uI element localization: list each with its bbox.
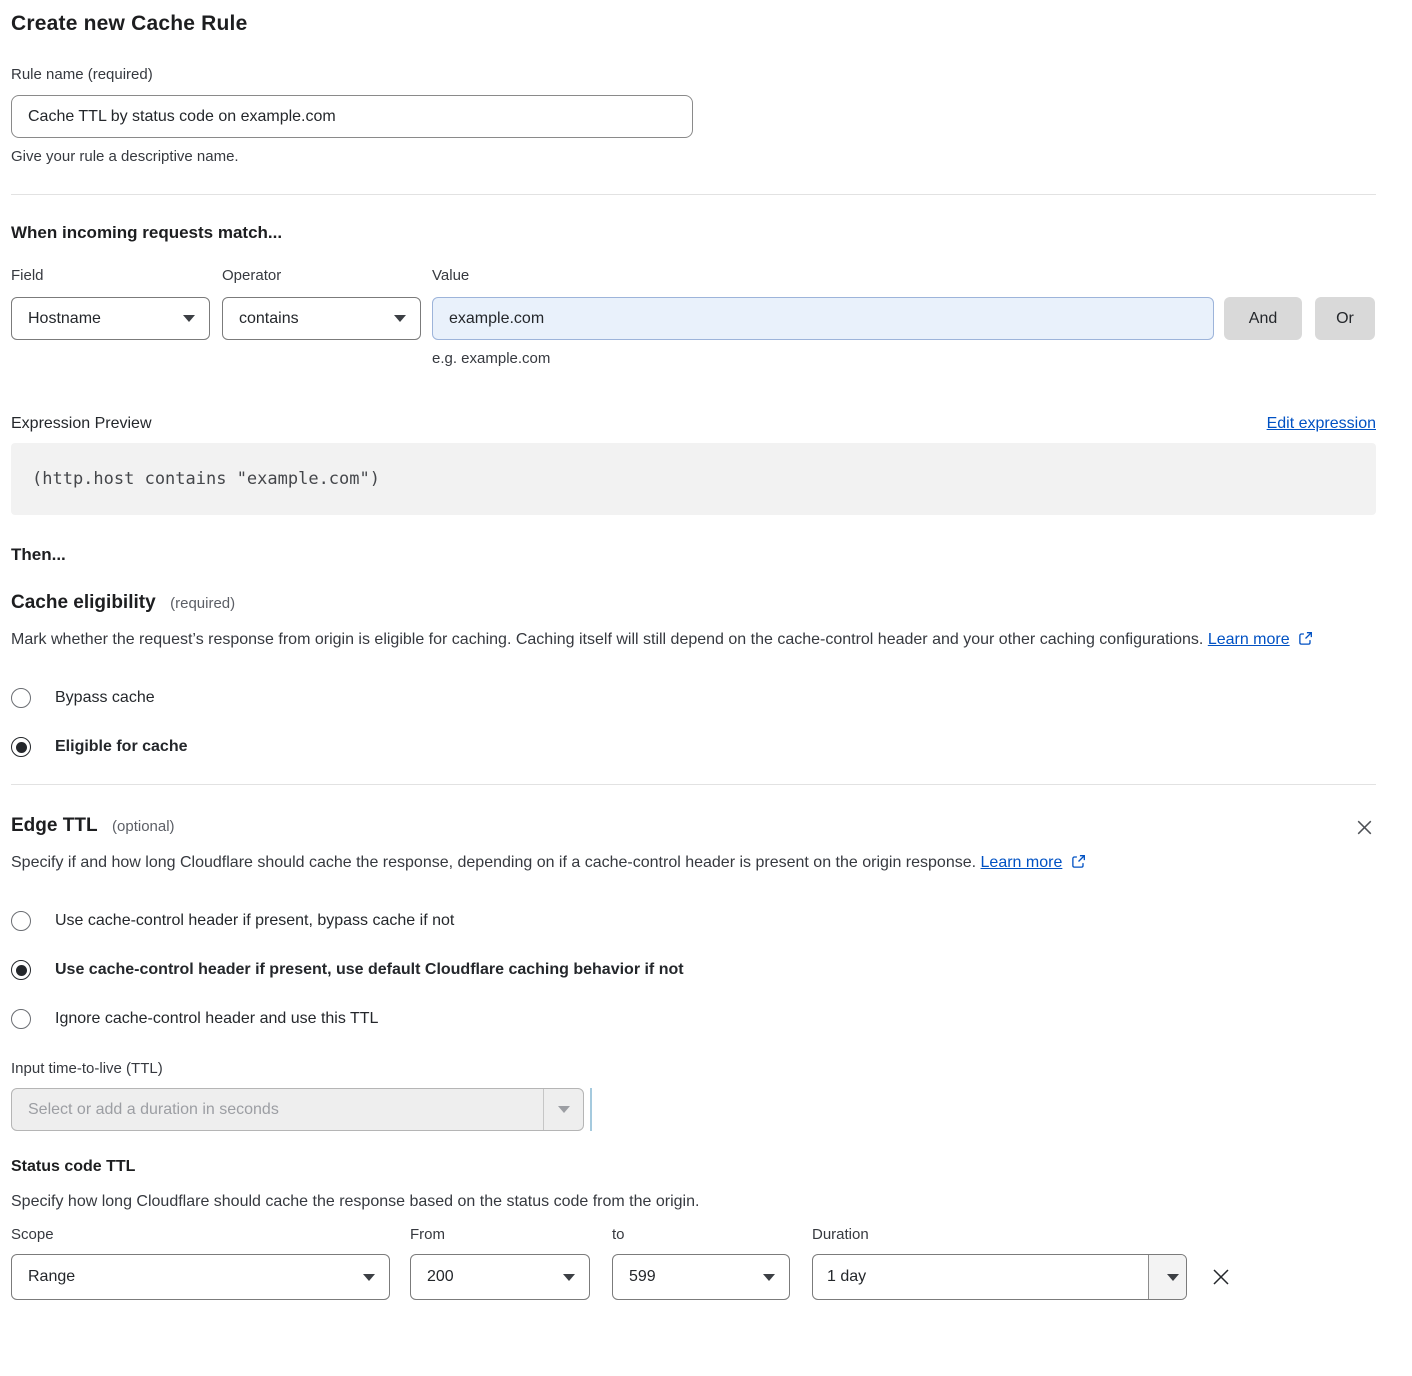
expression-preview-box: (http.host contains "example.com") [11, 443, 1376, 515]
rule-name-input[interactable] [11, 95, 693, 138]
radio-circle-icon [11, 737, 31, 757]
radio-eligible-for-cache-label: Eligible for cache [55, 738, 187, 756]
operator-label: Operator [222, 265, 432, 287]
edge-ttl-close-button[interactable] [1354, 817, 1375, 841]
to-select[interactable]: 599 [612, 1254, 790, 1300]
status-code-ttl-row: Range 200 599 1 day [11, 1254, 1376, 1300]
chevron-down-icon [183, 315, 195, 322]
radio-bypass-cache[interactable]: Bypass cache [11, 688, 1376, 708]
match-heading: When incoming requests match... [11, 223, 1376, 243]
cache-eligibility-description: Mark whether the request’s response from… [11, 626, 1361, 656]
radio-use-header-bypass-label: Use cache-control header if present, byp… [55, 912, 454, 930]
from-label: From [410, 1224, 612, 1246]
match-value-input[interactable] [432, 297, 1214, 340]
from-select[interactable]: 200 [410, 1254, 590, 1300]
focus-caret [590, 1088, 592, 1131]
chevron-down-icon [394, 315, 406, 322]
radio-circle-icon [11, 688, 31, 708]
chevron-down-icon [1167, 1274, 1179, 1281]
duration-dropdown-button[interactable] [1148, 1255, 1186, 1299]
expression-code: (http.host contains "example.com") [32, 469, 380, 489]
edge-ttl-qualifier: (optional) [112, 818, 175, 835]
edge-ttl-description: Specify if and how long Cloudflare shoul… [11, 849, 1361, 879]
rule-name-label: Rule name (required) [11, 64, 1376, 86]
field-select-value: Hostname [28, 310, 173, 328]
chevron-down-icon [558, 1106, 570, 1113]
radio-ignore-header[interactable]: Ignore cache-control header and use this… [11, 1009, 1376, 1029]
radio-circle-icon [11, 960, 31, 980]
status-code-ttl-title: Status code TTL [11, 1158, 1376, 1176]
section-divider [11, 194, 1376, 195]
ttl-duration-select[interactable]: Select or add a duration in seconds [11, 1088, 584, 1131]
operator-select[interactable]: contains [222, 297, 421, 340]
or-button[interactable]: Or [1315, 297, 1375, 340]
close-icon [1354, 817, 1375, 838]
scope-label: Scope [11, 1224, 410, 1246]
scope-select-value: Range [28, 1268, 353, 1286]
match-column-labels: Field Operator Value [11, 265, 1376, 287]
radio-circle-icon [11, 1009, 31, 1029]
operator-select-value: contains [239, 310, 384, 328]
from-select-value: 200 [427, 1268, 553, 1286]
duration-select[interactable]: 1 day [812, 1254, 1187, 1300]
rule-name-help: Give your rule a descriptive name. [11, 146, 1376, 168]
then-heading: Then... [11, 545, 1376, 565]
to-select-value: 599 [629, 1268, 753, 1286]
edge-ttl-learn-more-link[interactable]: Learn more [981, 854, 1063, 871]
ttl-duration-dropdown-button[interactable] [543, 1089, 583, 1130]
cache-eligibility-description-text: Mark whether the request’s response from… [11, 631, 1203, 648]
field-label: Field [11, 265, 222, 287]
duration-label: Duration [812, 1224, 869, 1246]
status-code-ttl-description: Specify how long Cloudflare should cache… [11, 1188, 1361, 1216]
ttl-input-label: Input time-to-live (TTL) [11, 1058, 1376, 1080]
remove-status-code-row-button[interactable] [1209, 1265, 1233, 1289]
radio-circle-icon [11, 911, 31, 931]
radio-use-header-bypass[interactable]: Use cache-control header if present, byp… [11, 911, 1376, 931]
remove-icon [1209, 1265, 1233, 1289]
and-button[interactable]: And [1224, 297, 1302, 340]
cache-eligibility-learn-more-link[interactable]: Learn more [1208, 631, 1290, 648]
radio-use-header-default[interactable]: Use cache-control header if present, use… [11, 960, 1376, 980]
cache-eligibility-qualifier: (required) [170, 595, 235, 612]
radio-ignore-header-label: Ignore cache-control header and use this… [55, 1010, 378, 1028]
radio-bypass-cache-label: Bypass cache [55, 689, 155, 707]
expression-preview-label: Expression Preview [11, 415, 152, 433]
chevron-down-icon [563, 1274, 575, 1281]
ttl-duration-placeholder: Select or add a duration in seconds [12, 1089, 543, 1130]
status-code-column-labels: Scope From to Duration [11, 1224, 1376, 1246]
cache-eligibility-title: Cache eligibility [11, 592, 156, 613]
edit-expression-link[interactable]: Edit expression [1267, 415, 1376, 433]
chevron-down-icon [363, 1274, 375, 1281]
external-link-icon [1298, 628, 1313, 656]
edge-ttl-description-text: Specify if and how long Cloudflare shoul… [11, 854, 976, 871]
external-link-icon [1071, 851, 1086, 879]
radio-eligible-for-cache[interactable]: Eligible for cache [11, 737, 1376, 757]
value-example-help: e.g. example.com [432, 348, 1376, 370]
page-title: Create new Cache Rule [11, 12, 1376, 36]
scope-select[interactable]: Range [11, 1254, 390, 1300]
field-select[interactable]: Hostname [11, 297, 210, 340]
match-expression-row: Hostname contains And Or [11, 297, 1376, 340]
radio-use-header-default-label: Use cache-control header if present, use… [55, 961, 684, 979]
edge-ttl-title: Edge TTL [11, 815, 98, 836]
value-label: Value [432, 265, 469, 287]
section-divider [11, 784, 1376, 785]
duration-select-value: 1 day [813, 1255, 1148, 1299]
chevron-down-icon [763, 1274, 775, 1281]
create-cache-rule-form: Create new Cache Rule Rule name (require… [11, 0, 1376, 1300]
to-label: to [612, 1224, 812, 1246]
